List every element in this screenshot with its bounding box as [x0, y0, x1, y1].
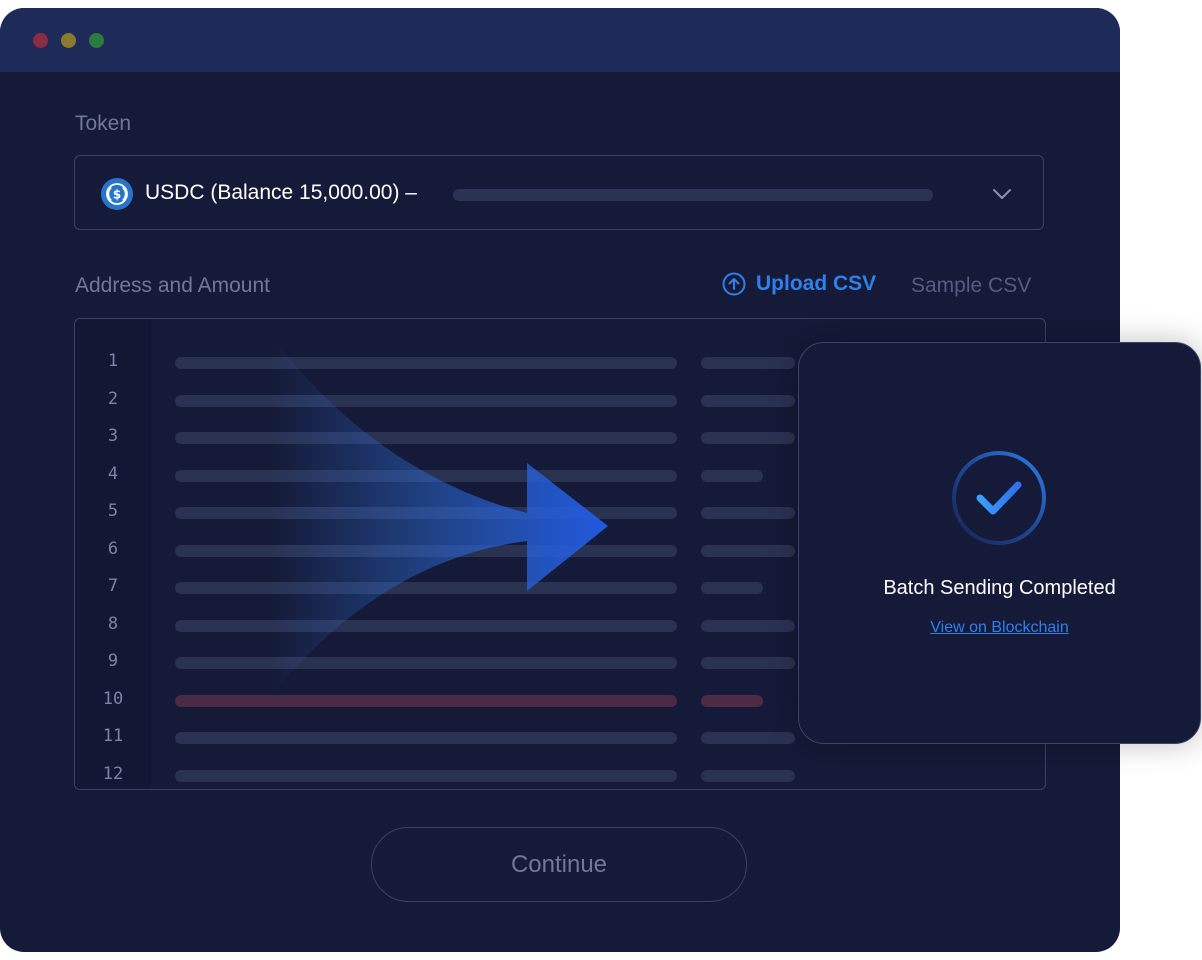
line-number: 6 — [107, 539, 119, 559]
amount-placeholder-bar — [701, 395, 795, 407]
amount-placeholder-bar — [701, 620, 795, 632]
token-address-placeholder — [453, 189, 933, 201]
line-number: 10 — [102, 689, 124, 709]
upload-csv-label: Upload CSV — [756, 272, 877, 295]
line-number: 4 — [107, 464, 119, 484]
address-placeholder-bar — [175, 395, 677, 407]
batch-complete-dialog: Batch Sending Completed View on Blockcha… — [798, 342, 1201, 744]
amount-placeholder-bar — [701, 770, 795, 782]
check-circle-icon — [952, 451, 1046, 545]
token-label: Token — [75, 112, 132, 135]
amount-placeholder-bar — [701, 657, 795, 669]
amount-placeholder-bar — [701, 582, 763, 594]
close-window-button[interactable] — [33, 33, 48, 48]
sample-csv-link[interactable]: Sample CSV — [911, 274, 1031, 298]
continue-button[interactable]: Continue — [371, 827, 747, 902]
line-number-gutter: 1 2 3 4 5 6 7 8 9 10 11 12 — [75, 319, 151, 789]
line-number: 8 — [107, 614, 119, 634]
amount-placeholder-bar — [701, 732, 795, 744]
address-placeholder-bar — [175, 470, 677, 482]
address-placeholder-bar — [175, 732, 677, 744]
address-error-bar — [175, 695, 677, 707]
usdc-icon: $ — [101, 178, 133, 210]
address-placeholder-bar — [175, 507, 677, 519]
line-number: 2 — [107, 389, 119, 409]
minimize-window-button[interactable] — [61, 33, 76, 48]
address-placeholder-bar — [175, 582, 677, 594]
amount-placeholder-bar — [701, 470, 763, 482]
line-number: 1 — [107, 351, 119, 371]
chevron-down-icon — [993, 189, 1011, 199]
upload-csv-button[interactable]: Upload CSV — [722, 272, 876, 296]
line-number: 7 — [107, 576, 119, 596]
token-selected-value: USDC (Balance 15,000.00) – — [145, 181, 417, 204]
amount-placeholder-bar — [701, 507, 795, 519]
line-number: 3 — [107, 426, 119, 446]
amount-placeholder-bar — [701, 357, 795, 369]
view-on-blockchain-link[interactable]: View on Blockchain — [799, 619, 1200, 637]
address-placeholder-bar — [175, 620, 677, 632]
line-number: 9 — [107, 651, 119, 671]
upload-icon — [722, 272, 746, 296]
maximize-window-button[interactable] — [89, 33, 104, 48]
line-number: 11 — [102, 726, 124, 746]
address-placeholder-bar — [175, 657, 677, 669]
amount-placeholder-bar — [701, 432, 795, 444]
address-placeholder-bar — [175, 770, 677, 782]
amount-placeholder-bar — [701, 545, 795, 557]
title-bar — [0, 8, 1120, 72]
address-placeholder-bar — [175, 357, 677, 369]
amount-error-bar — [701, 695, 763, 707]
token-select[interactable]: $ USDC (Balance 15,000.00) – — [74, 155, 1044, 230]
line-number: 5 — [107, 501, 119, 521]
dialog-title: Batch Sending Completed — [883, 577, 1116, 599]
address-placeholder-bar — [175, 432, 677, 444]
address-placeholder-bar — [175, 545, 677, 557]
svg-text:$: $ — [113, 188, 121, 202]
address-amount-label: Address and Amount — [75, 274, 270, 297]
line-number: 12 — [102, 764, 124, 784]
